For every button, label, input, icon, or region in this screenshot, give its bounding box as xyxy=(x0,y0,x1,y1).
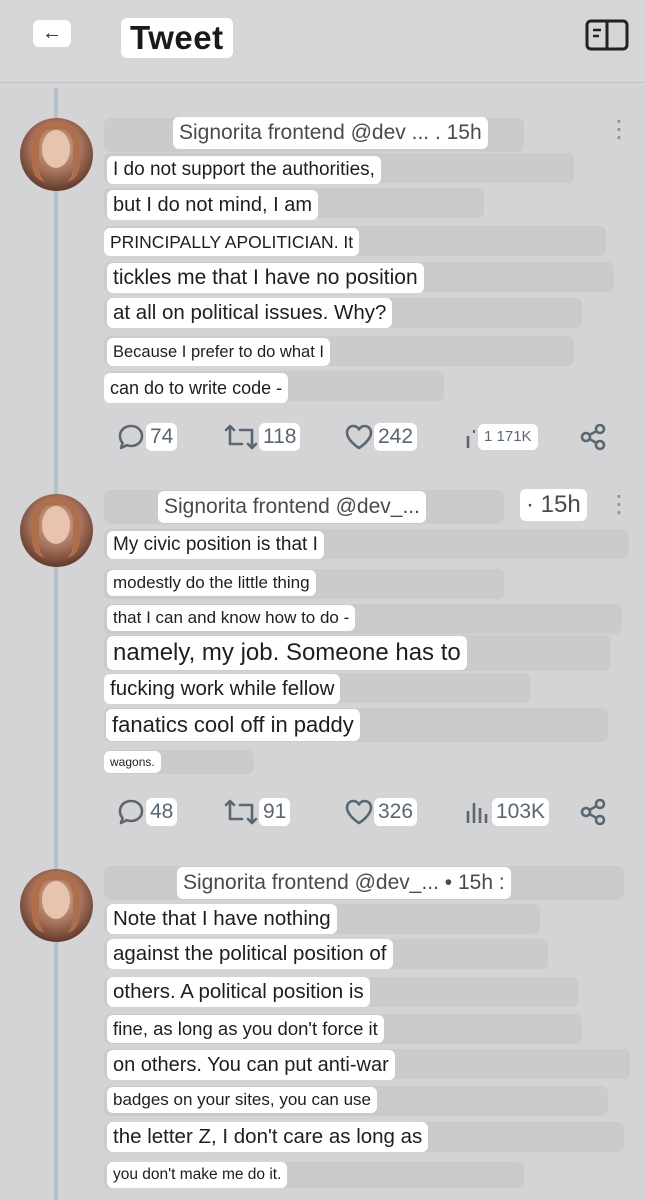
like-button[interactable]: 326 xyxy=(344,792,418,832)
bar-chart-icon xyxy=(466,803,488,823)
book-icon[interactable] xyxy=(585,18,629,52)
tweet-actions: 48 91 326 103K xyxy=(0,792,645,832)
share-icon xyxy=(580,798,606,826)
tweet-text-line: the letter Z, I don't care as long as xyxy=(107,1122,429,1152)
tweet-text-line: on others. You can put anti-war xyxy=(107,1050,395,1080)
tweet-actions: 74 118 242 1 171K xyxy=(0,417,645,457)
more-options-icon[interactable]: ⋮ xyxy=(607,118,631,142)
page-title: Tweet xyxy=(121,18,233,58)
tweet-text-line: fanatics cool off in paddy xyxy=(106,709,360,741)
retweet-icon xyxy=(224,799,258,825)
tweet-text-line: My civic position is that I xyxy=(107,531,324,559)
tweet-text-line: wagons. xyxy=(104,751,161,773)
avatar[interactable] xyxy=(20,118,93,191)
retweet-count: 118 xyxy=(259,423,301,451)
retweet-button[interactable]: 118 xyxy=(223,417,301,457)
retweet-count: 91 xyxy=(259,798,291,826)
tweet-text-line: at all on political issues. Why? xyxy=(107,298,393,328)
reply-count: 48 xyxy=(146,798,178,826)
like-count: 242 xyxy=(374,423,418,451)
reply-icon xyxy=(118,424,144,450)
tweet-text-line: modestly do the little thing xyxy=(107,570,316,596)
bar-chart-icon xyxy=(466,430,475,448)
tweet-text-line: Because I prefer to do what I xyxy=(107,338,330,366)
avatar[interactable] xyxy=(20,494,93,567)
tweet-text-line: Note that I have nothing xyxy=(107,904,337,934)
tweet-text-line: but I do not mind, I am xyxy=(107,190,318,220)
tweet-text-line: that I can and know how to do - xyxy=(107,605,356,631)
reply-button[interactable]: 74 xyxy=(116,417,178,457)
tweet-text-line: namely, my job. Someone has to xyxy=(107,636,467,670)
reply-button[interactable]: 48 xyxy=(116,792,178,832)
thread-connector-line xyxy=(54,88,58,1200)
views-button[interactable]: 1 171K xyxy=(462,417,538,457)
tweet-author-meta[interactable]: Signorita frontend @dev_... • 15h : xyxy=(177,867,511,899)
views-button[interactable]: 103K xyxy=(462,792,550,832)
back-button[interactable]: ← xyxy=(33,20,71,47)
share-button[interactable] xyxy=(578,792,608,832)
retweet-icon xyxy=(224,424,258,450)
views-count: 103K xyxy=(492,798,550,826)
like-count: 326 xyxy=(374,798,418,826)
share-icon xyxy=(580,423,606,451)
tweet-text-line: fucking work while fellow xyxy=(104,674,341,704)
avatar[interactable] xyxy=(20,869,93,942)
tweet-text-line: you don't make me do it. xyxy=(107,1162,288,1188)
tweet-text-line: tickles me that I have no position xyxy=(107,263,424,293)
retweet-button[interactable]: 91 xyxy=(223,792,291,832)
tweet-text-line: fine, as long as you don't force it xyxy=(107,1015,384,1043)
tweet-text-line: against the political position of xyxy=(107,939,393,969)
share-button[interactable] xyxy=(578,417,608,457)
tweet-author-meta[interactable]: Signorita frontend @dev_... xyxy=(158,491,426,523)
tweet-text-line: can do to write code - xyxy=(104,373,289,403)
tweet-author-meta[interactable]: Signorita frontend @dev ... . 15h xyxy=(173,117,488,149)
views-count: 1 171K xyxy=(478,424,538,450)
tweet-text-line: badges on your sites, you can use xyxy=(107,1087,377,1113)
top-app-bar: ← Tweet xyxy=(0,0,645,83)
reply-count: 74 xyxy=(146,423,178,451)
more-options-icon[interactable]: ⋮ xyxy=(607,493,631,517)
tweet-text-line: others. A political position is xyxy=(107,977,370,1007)
tweet-time: · 15h xyxy=(520,489,587,521)
reply-icon xyxy=(118,799,144,825)
like-button[interactable]: 242 xyxy=(344,417,418,457)
tweet-text-line: I do not support the authorities, xyxy=(107,156,381,184)
heart-icon xyxy=(345,424,373,450)
tweet-text-line: PRINCIPALLY APOLITICIAN. It xyxy=(104,228,360,256)
heart-icon xyxy=(345,799,373,825)
